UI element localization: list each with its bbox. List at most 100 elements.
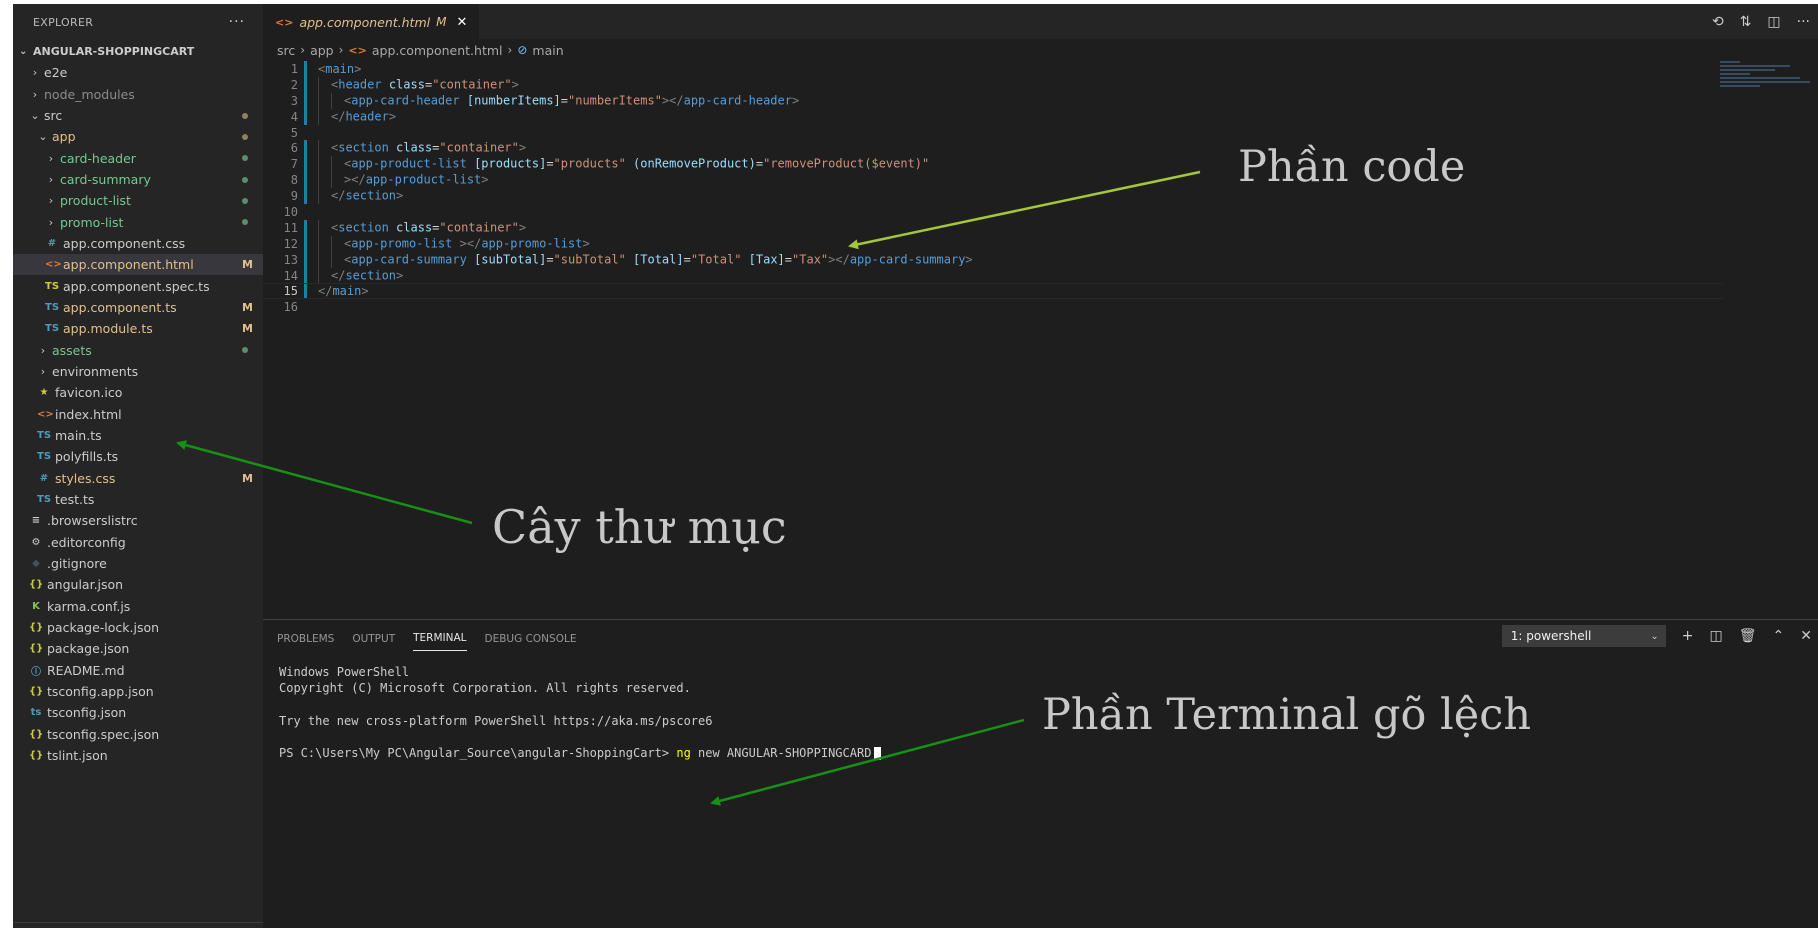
tab-terminal[interactable]: TERMINAL — [413, 624, 467, 651]
tree-item[interactable]: ⓘ README.md — [13, 660, 263, 681]
file-type-icon: TS — [45, 323, 60, 335]
git-status-dot — [242, 219, 248, 226]
tree-item[interactable]: TS app.component.ts M — [13, 297, 263, 318]
line-number: 15 — [283, 284, 298, 299]
git-status-dot — [242, 176, 248, 183]
tree-item[interactable]: › environments — [13, 361, 263, 382]
terminal-line: Windows PowerShell — [279, 665, 410, 679]
code-token: main — [332, 284, 362, 299]
tree-item-label: polyfills.ts — [55, 449, 119, 465]
tree-item[interactable]: ⌄ src — [13, 105, 263, 126]
tab-problems[interactable]: PROBLEMS — [277, 625, 334, 651]
more-actions-icon[interactable]: ··· — [1797, 14, 1810, 30]
tree-item[interactable]: {} tsconfig.spec.json — [13, 724, 263, 745]
line-number: 8 — [290, 173, 298, 188]
line-number: 11 — [283, 220, 298, 235]
tree-item[interactable]: › product-list — [13, 190, 263, 211]
tree-item[interactable]: ★ favicon.ico — [13, 382, 263, 403]
tree-item[interactable]: ◆ .gitignore — [13, 553, 263, 574]
tree-item[interactable]: › card-header — [13, 147, 263, 168]
code-token: section — [338, 220, 389, 235]
breadcrumb-file[interactable]: app.component.html — [372, 43, 503, 58]
indent-guide — [331, 172, 344, 189]
tree-item[interactable]: TS polyfills.ts — [13, 446, 263, 467]
tree-item[interactable]: <> index.html — [13, 404, 263, 425]
tree-item[interactable]: TS test.ts — [13, 489, 263, 510]
timeline-icon[interactable]: ⟲ — [1712, 14, 1724, 30]
terminal-command-args: new ANGULAR-SHOPPINGCARD — [690, 746, 872, 761]
chevron-right-icon: › — [338, 43, 344, 57]
panel-tabbar: PROBLEMS OUTPUT TERMINAL DEBUG CONSOLE 1… — [263, 620, 1818, 655]
code-token: class — [396, 140, 433, 155]
split-terminal-icon[interactable]: ◫ — [1710, 628, 1723, 644]
project-root[interactable]: ⌄ ANGULAR-SHOPPINGCART — [13, 40, 263, 62]
chevron-down-icon: ⌄ — [38, 130, 48, 144]
tree-item[interactable]: {} angular.json — [13, 574, 263, 595]
minimap[interactable] — [1720, 61, 1810, 101]
tree-item[interactable]: # app.component.css — [13, 233, 263, 254]
code-line: 12 <app-promo-list ></app-promo-list> — [263, 235, 1723, 252]
tree-item[interactable]: ⚙ .editorconfig — [13, 532, 263, 553]
code-token: [numberItems] — [466, 93, 561, 108]
git-gutter-indicator — [304, 299, 307, 315]
chevron-down-icon: ⌄ — [1650, 630, 1659, 642]
tree-item[interactable]: › card-summary — [13, 169, 263, 190]
breadcrumb-app[interactable]: app — [310, 43, 334, 58]
tree-item[interactable]: › assets — [13, 339, 263, 360]
tab-modified-badge: M — [436, 15, 447, 29]
split-editor-icon[interactable]: ◫ — [1767, 14, 1780, 30]
close-panel-icon[interactable]: ✕ — [1800, 628, 1812, 644]
trash-icon[interactable]: 🗑 — [1739, 628, 1757, 644]
new-terminal-icon[interactable]: + — [1682, 628, 1694, 644]
git-gutter-indicator — [304, 204, 307, 220]
code-editor[interactable]: 1 <main> 2 <header class="container"> 3 <app-… — [263, 61, 1723, 315]
tree-item[interactable]: ts tsconfig.json — [13, 702, 263, 723]
tree-item[interactable]: › promo-list — [13, 211, 263, 232]
tree-item[interactable]: › e2e — [13, 62, 263, 83]
breadcrumb-symbol[interactable]: main — [532, 43, 563, 58]
terminal-output[interactable]: Windows PowerShell Copyright (C) Microso… — [263, 655, 1818, 773]
tab-output[interactable]: OUTPUT — [352, 625, 395, 651]
tab-debug-console[interactable]: DEBUG CONSOLE — [485, 625, 577, 651]
html-file-icon: <> — [275, 15, 294, 29]
tree-item[interactable]: {} package.json — [13, 638, 263, 659]
file-type-icon: TS — [37, 451, 52, 463]
indent-guide — [318, 92, 331, 109]
compare-changes-icon[interactable]: ⇅ — [1740, 14, 1752, 30]
code-token: app-product-list — [351, 156, 467, 171]
git-gutter-indicator — [304, 156, 307, 173]
file-type-icon: TS — [45, 301, 60, 313]
tree-item-label: e2e — [44, 65, 68, 81]
indent-guide — [318, 140, 331, 157]
more-actions-icon[interactable]: ··· — [229, 14, 245, 30]
code-token: "products" — [553, 156, 626, 171]
close-icon[interactable]: ✕ — [456, 15, 467, 30]
terminal-cursor — [874, 747, 882, 761]
tree-item[interactable]: # styles.css M — [13, 468, 263, 489]
code-line: 4 </header> — [263, 108, 1723, 125]
file-type-icon: TS — [37, 430, 52, 442]
maximize-panel-icon[interactable]: ⌃ — [1773, 628, 1785, 644]
tree-item[interactable]: › node_modules — [13, 83, 263, 104]
tree-item[interactable]: TS app.component.spec.ts — [13, 275, 263, 296]
terminal-select[interactable]: 1: powershell ⌄ — [1501, 625, 1666, 647]
code-token: > — [518, 220, 527, 235]
git-gutter-indicator — [304, 267, 307, 284]
tree-item[interactable]: <> app.component.html M — [13, 254, 263, 276]
tree-item[interactable]: {} tslint.json — [13, 745, 263, 766]
tree-item-label: .editorconfig — [47, 534, 126, 550]
tab-app-component-html[interactable]: <> app.component.html M ✕ — [263, 4, 480, 39]
code-token: "numberItems" — [568, 93, 662, 108]
tree-item[interactable]: Kkarma.conf.js — [13, 596, 263, 617]
breadcrumb-src[interactable]: src — [277, 43, 295, 58]
code-line: 13 <app-card-summary [subTotal]="subTotal… — [263, 251, 1723, 268]
tree-item[interactable]: {} tsconfig.app.json — [13, 681, 263, 702]
code-token: app-card-header — [683, 93, 792, 108]
tree-item[interactable]: ≡ .browserslistrc — [13, 510, 263, 531]
tree-item[interactable]: {} package-lock.json — [13, 617, 263, 638]
tree-item[interactable]: ⌄ app — [13, 126, 263, 147]
tree-item[interactable]: TS app.module.ts M — [13, 318, 263, 339]
tree-item[interactable]: TS main.ts — [13, 425, 263, 446]
minimap-line — [1720, 77, 1800, 79]
